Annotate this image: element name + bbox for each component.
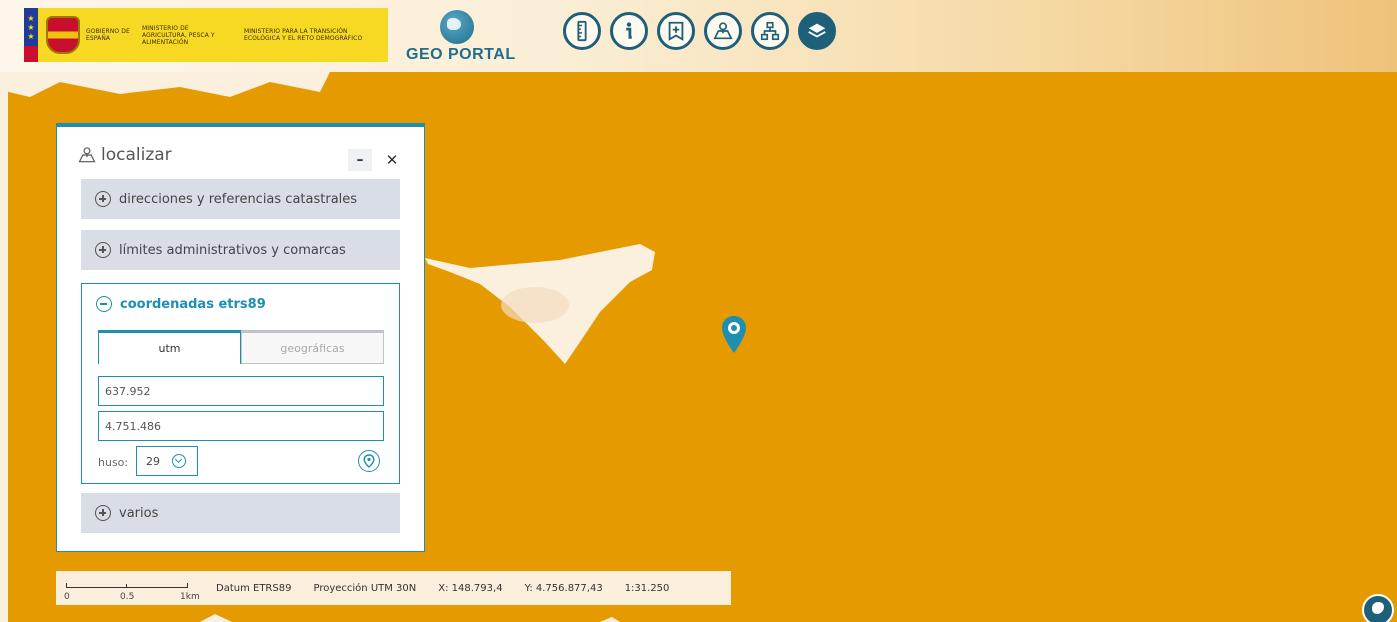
section-addresses[interactable]: direcciones y referencias catastrales: [81, 179, 400, 219]
government-logo: ★ ★ ★ Gobierno de España Ministerio de Agr…: [24, 8, 388, 62]
portal-title: GEO PORTAL: [406, 46, 516, 63]
map-search-icon: [78, 147, 96, 163]
map-scale-text: 1:31.250: [624, 582, 670, 594]
coat-of-arms-icon: [46, 16, 80, 54]
scale-label-1km: 1km: [180, 592, 200, 602]
coordinate-tabs: utm geográficas: [98, 330, 384, 364]
ruler-icon: [577, 20, 587, 42]
y-coordinate-input[interactable]: [98, 411, 384, 441]
section-coordinates-label: coordenadas etrs89: [120, 296, 266, 312]
section-addresses-label: direcciones y referencias catastrales: [119, 191, 358, 207]
scale-label-0: 0: [64, 592, 70, 602]
chevron-down-icon: [172, 454, 186, 468]
info-icon: [626, 22, 632, 39]
panel-title: localizar: [77, 145, 172, 165]
bookmark-button[interactable]: [657, 12, 695, 50]
localizar-panel: localizar – ✕ direcciones y referencias …: [56, 123, 425, 552]
plus-circle-icon: [95, 191, 111, 207]
location-marker-icon[interactable]: [720, 315, 748, 355]
section-misc-label: varios: [119, 505, 159, 521]
section-coordinates-header[interactable]: coordenadas etrs89: [96, 296, 266, 312]
globe-button[interactable]: [1362, 594, 1394, 622]
bookmark-icon: [668, 21, 684, 41]
tab-geograficas[interactable]: geográficas: [241, 330, 384, 364]
section-limits[interactable]: límites administrativos y comarcas: [81, 230, 400, 270]
map-search-icon: [713, 22, 733, 40]
huso-label: huso:: [98, 456, 129, 469]
locate-button[interactable]: [704, 12, 742, 50]
main-toolbar: [563, 12, 836, 52]
sitemap-button[interactable]: [751, 12, 789, 50]
tab-utm[interactable]: utm: [98, 330, 241, 364]
locate-coordinates-button[interactable]: [358, 450, 380, 472]
scale-label-half: 0.5: [120, 592, 135, 602]
marker-icon: [363, 454, 375, 468]
sitemap-icon: [760, 21, 780, 41]
huso-value: 29: [146, 454, 160, 468]
ruler-button[interactable]: [563, 12, 601, 50]
gov-text-ministerio-transicion: Ministerio para la Transición Ecológica …: [244, 28, 363, 42]
panel-title-text: localizar: [101, 145, 172, 165]
x-coordinate-input[interactable]: [98, 376, 384, 406]
plus-circle-icon: [95, 242, 111, 258]
datum-text: Datum ETRS89: [216, 582, 292, 594]
projection-text: Proyección UTM 30N: [313, 582, 417, 594]
section-coordinates: coordenadas etrs89 utm geográficas huso:…: [81, 283, 400, 484]
status-bar: 0 0.5 1km Datum ETRS89 Proyección UTM 30…: [56, 571, 731, 605]
eu-flag-icon: ★ ★ ★: [24, 8, 38, 62]
geoportal-logo[interactable]: GEO PORTAL: [406, 10, 516, 63]
minimize-button[interactable]: –: [348, 149, 372, 171]
gov-text-ministerio-agricultura: Ministerio de Agricultura, Pesca y Alime…: [142, 24, 215, 46]
scale-bar: 0 0.5 1km: [56, 571, 216, 605]
minus-circle-icon: [96, 296, 112, 312]
x-coordinate-readout: X: 148.793,4: [438, 582, 503, 594]
info-button[interactable]: [610, 12, 648, 50]
globe-icon: [440, 10, 474, 44]
close-button[interactable]: ✕: [380, 149, 404, 171]
layers-icon: [808, 23, 826, 38]
section-misc[interactable]: varios: [81, 493, 400, 533]
header: ★ ★ ★ Gobierno de España Ministerio de Agr…: [0, 0, 1397, 72]
layers-button[interactable]: [798, 12, 836, 50]
y-coordinate-readout: Y: 4.756.877,43: [524, 582, 603, 594]
gov-text-gobierno: Gobierno de España: [86, 28, 130, 42]
huso-select[interactable]: 29: [136, 446, 198, 476]
section-limits-label: límites administrativos y comarcas: [119, 242, 346, 258]
panel-header: localizar – ✕: [77, 143, 408, 173]
plus-circle-icon: [95, 505, 111, 521]
